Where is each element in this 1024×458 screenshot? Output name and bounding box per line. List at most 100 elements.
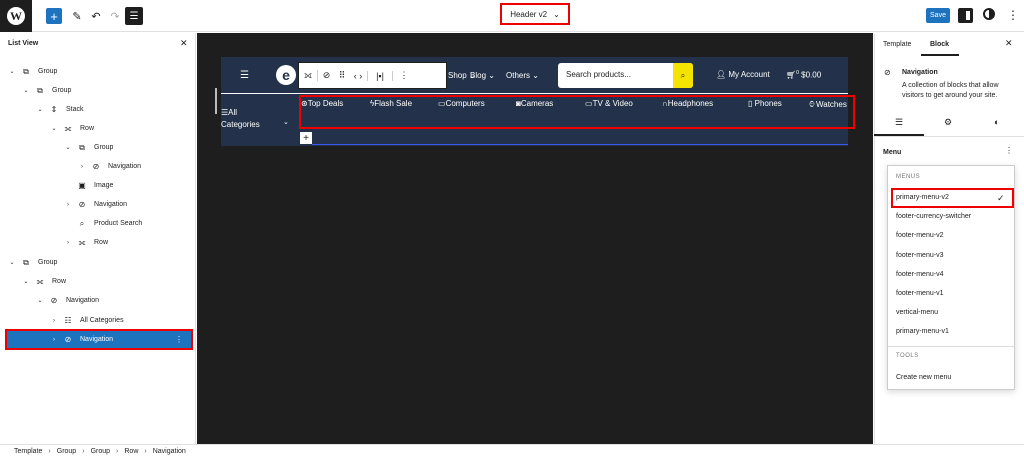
save-button[interactable]: Save	[926, 8, 950, 23]
settings-panel-button[interactable]	[958, 8, 973, 23]
list-view-tab-icon[interactable]: ☰	[895, 117, 903, 128]
breadcrumb-item[interactable]: Group	[57, 448, 76, 455]
gear-icon[interactable]: ⚙	[944, 117, 952, 128]
hamburger-icon[interactable]: ☰	[240, 70, 249, 81]
navigation-icon[interactable]: ⊘	[317, 70, 335, 81]
drag-handle-icon[interactable]: ⠿	[335, 70, 349, 81]
tree-item[interactable]: ⌕ Product Search	[0, 214, 196, 233]
list-view-icon: ☰	[129, 10, 139, 22]
all-categories-button[interactable]: ☰All Categories	[221, 107, 260, 131]
redo-button[interactable]: ↷	[107, 8, 123, 24]
category-item[interactable]: ▭Computers	[438, 99, 485, 108]
tab-block[interactable]: Block	[930, 41, 949, 48]
chevron-down-icon[interactable]: ⌄	[50, 125, 58, 132]
tree-item[interactable]: ⌄ ⧉ Group	[0, 138, 196, 157]
menu-option[interactable]: footer-menu-v3	[896, 252, 943, 259]
image-icon: ▣	[78, 181, 86, 190]
category-item[interactable]: ⊛Top Deals	[301, 99, 343, 108]
chevron-right-icon[interactable]: ›	[78, 164, 86, 170]
category-item[interactable]: ▯ Phones	[748, 99, 782, 108]
menu-option[interactable]: vertical-menu	[896, 309, 938, 316]
tree-item[interactable]: ⌄ ⟗ Row	[0, 119, 196, 138]
chevron-right-icon[interactable]: ›	[64, 240, 72, 246]
tree-item-label: Group	[94, 144, 114, 151]
navigation-icon: ⊘	[64, 335, 72, 344]
chevron-right-icon[interactable]: ›	[50, 318, 58, 324]
my-account-link[interactable]: 👤︎ My Account	[716, 70, 770, 79]
tab-template[interactable]: Template	[883, 41, 911, 48]
wordpress-logo-button[interactable]: W	[0, 0, 32, 32]
options-icon[interactable]: ⋮	[1007, 8, 1019, 22]
redo-icon: ↷	[110, 10, 120, 23]
tree-item[interactable]: ⌄ ⧉ Group	[0, 62, 196, 81]
edit-tool-button[interactable]: ✎	[69, 8, 85, 24]
stack-icon: ⇕	[50, 105, 58, 114]
site-logo[interactable]: e	[276, 65, 296, 85]
group-icon: ⧉	[23, 66, 29, 76]
tree-item-selected[interactable]: › ⊘ Navigation ⋮	[5, 329, 193, 350]
breadcrumb-item[interactable]: Template	[14, 448, 42, 455]
chevron-right-icon[interactable]: ›	[64, 202, 72, 208]
chevron-down-icon: ⌄	[553, 9, 560, 19]
add-block-button[interactable]: +	[46, 8, 62, 24]
more-options-icon[interactable]: ⋮	[175, 335, 183, 344]
category-item[interactable]: ⌚︎Watches	[808, 99, 847, 111]
menu-option[interactable]: footer-menu-v4	[896, 271, 943, 278]
row-icon[interactable]: ⟗	[299, 70, 317, 81]
breadcrumb-item[interactable]: Row	[124, 448, 138, 455]
move-arrows-icon[interactable]: ‹ ›	[349, 71, 367, 81]
tree-item[interactable]: ⌄ ⊘ Navigation	[0, 291, 196, 310]
category-item[interactable]: ∩Headphones	[662, 99, 713, 108]
menu-option[interactable]: footer-currency-switcher	[896, 213, 971, 220]
group-icon: ⧉	[79, 142, 85, 152]
tree-item[interactable]: ⌄ ⧉ Group	[0, 81, 196, 100]
menu-option[interactable]: footer-menu-v1	[896, 290, 943, 297]
block-toolbar: ⟗ ⊘ ⠿ ‹ › |▪| ⋮	[298, 62, 447, 89]
styles-icon[interactable]	[983, 8, 995, 20]
close-icon[interactable]: ✕	[1005, 38, 1013, 49]
category-item[interactable]: ϟFlash Sale	[370, 99, 412, 108]
tree-item[interactable]: › ⊘ Navigation	[0, 157, 196, 176]
chevron-down-icon[interactable]: ⌄	[36, 106, 44, 113]
tree-item[interactable]: ⌄ ⟗ Row	[0, 272, 196, 291]
category-item[interactable]: ▭TV & Video	[585, 99, 633, 108]
search-button[interactable]: ⌕	[673, 63, 693, 88]
menu-option[interactable]: primary-menu-v1	[896, 328, 949, 335]
chevron-down-icon[interactable]: ⌄	[22, 87, 30, 94]
tree-item[interactable]: ⌄ ⧉ Group	[0, 253, 196, 272]
chevron-down-icon[interactable]: ⌄	[283, 118, 289, 126]
close-icon[interactable]: ✕	[180, 38, 188, 49]
list-view-button[interactable]: ☰	[125, 7, 143, 25]
document-title-button[interactable]: Header v2 ⌄	[500, 3, 570, 25]
top-link-blog[interactable]: Blog ⌄	[470, 71, 495, 80]
document-title: Header v2	[510, 9, 548, 19]
more-options-icon[interactable]: ⋮	[1005, 146, 1013, 155]
breadcrumb-item[interactable]: Navigation	[153, 448, 186, 455]
styles-tab-icon[interactable]: ◐	[994, 117, 999, 127]
chevron-down-icon[interactable]: ⌄	[22, 278, 30, 285]
chevron-down-icon[interactable]: ⌄	[8, 68, 16, 75]
cart-link[interactable]: 🛒︎0 $0.00	[786, 70, 821, 80]
tree-item[interactable]: ⌄ ⇕ Stack	[0, 100, 196, 119]
menu-option[interactable]: primary-menu-v2	[896, 194, 949, 201]
more-options-icon[interactable]: ⋮	[393, 70, 415, 81]
menu-option[interactable]: footer-menu-v2	[896, 232, 943, 239]
category-item[interactable]: ◙Cameras	[516, 99, 553, 108]
chevron-down-icon[interactable]: ⌄	[36, 297, 44, 304]
breadcrumb-item[interactable]: Group	[91, 448, 110, 455]
add-block-inline-button[interactable]: +	[300, 132, 312, 144]
top-link-others[interactable]: Others ⌄	[506, 71, 539, 80]
navigation-icon: ⊘	[92, 162, 100, 171]
undo-button[interactable]: ↶	[88, 8, 104, 24]
chevron-down-icon[interactable]: ⌄	[64, 144, 72, 151]
search-placeholder: Search products...	[566, 70, 631, 79]
tree-item[interactable]: › ⊘ Navigation	[0, 195, 196, 214]
tree-item[interactable]: › ⟗ Row	[0, 233, 196, 252]
wordpress-icon: W	[7, 7, 25, 25]
tree-item[interactable]: › ☷ All Categories	[0, 311, 196, 330]
chevron-down-icon[interactable]: ⌄	[8, 259, 16, 266]
tree-item[interactable]: ▣ Image	[0, 176, 196, 195]
justify-icon[interactable]: |▪|	[367, 70, 393, 81]
create-new-menu-option[interactable]: Create new menu	[896, 374, 951, 381]
chevron-right-icon[interactable]: ›	[50, 337, 58, 343]
